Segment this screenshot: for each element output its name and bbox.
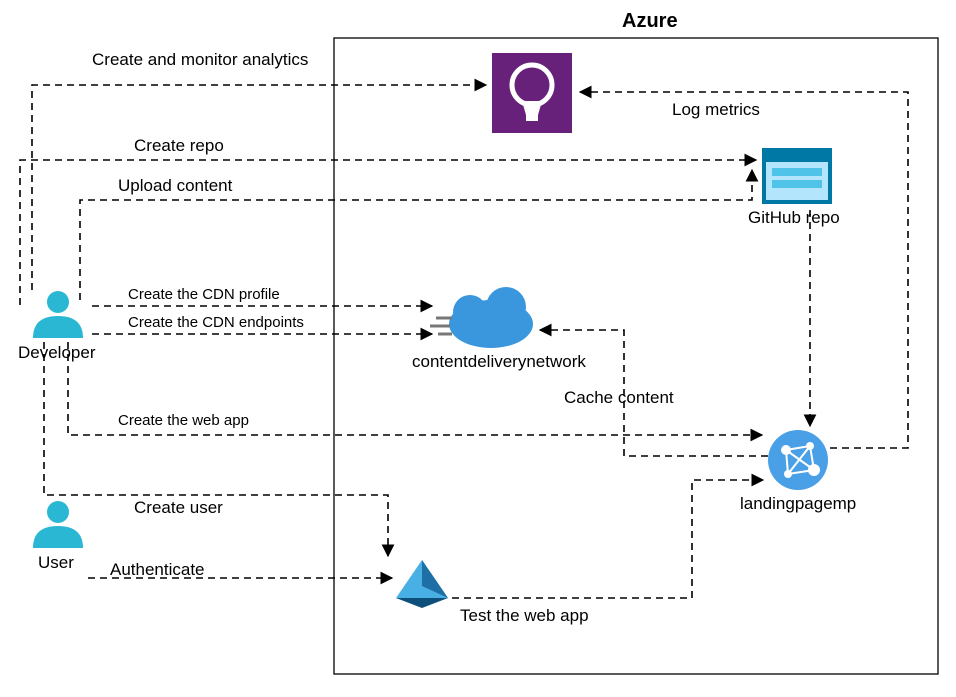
- edge-create-monitor-analytics: Create and monitor analytics: [92, 50, 308, 70]
- edge-cache-content: Cache content: [564, 388, 674, 408]
- webapp-label: landingpagemp: [740, 494, 856, 514]
- edge-create-web-app: Create the web app: [118, 412, 249, 429]
- edge-upload-content: Upload content: [118, 176, 232, 196]
- edge-authenticate: Authenticate: [110, 560, 205, 580]
- edge-create-cdn-profile: Create the CDN profile: [128, 286, 280, 303]
- developer-icon: [0, 0, 956, 697]
- diagram-canvas: Azure Developer User: [0, 0, 956, 697]
- connectors: [0, 0, 956, 697]
- github-repo-icon: [0, 0, 956, 697]
- github-repo-label: GitHub repo: [748, 208, 840, 228]
- edge-create-user: Create user: [134, 498, 223, 518]
- cdn-label: contentdeliverynetwork: [412, 352, 586, 372]
- user-icon: [0, 0, 956, 697]
- edge-create-repo: Create repo: [134, 136, 224, 156]
- azure-title: Azure: [622, 10, 678, 33]
- azure-boundary: [0, 0, 956, 697]
- aad-icon: [0, 0, 956, 697]
- analytics-icon: [0, 0, 956, 697]
- user-label: User: [38, 553, 74, 573]
- webapp-icon: [0, 0, 956, 697]
- developer-label: Developer: [18, 343, 96, 363]
- edge-create-cdn-endpoints: Create the CDN endpoints: [128, 314, 304, 331]
- cdn-icon: [0, 0, 956, 697]
- edge-test-web-app: Test the web app: [460, 606, 589, 626]
- edge-log-metrics: Log metrics: [672, 100, 760, 120]
